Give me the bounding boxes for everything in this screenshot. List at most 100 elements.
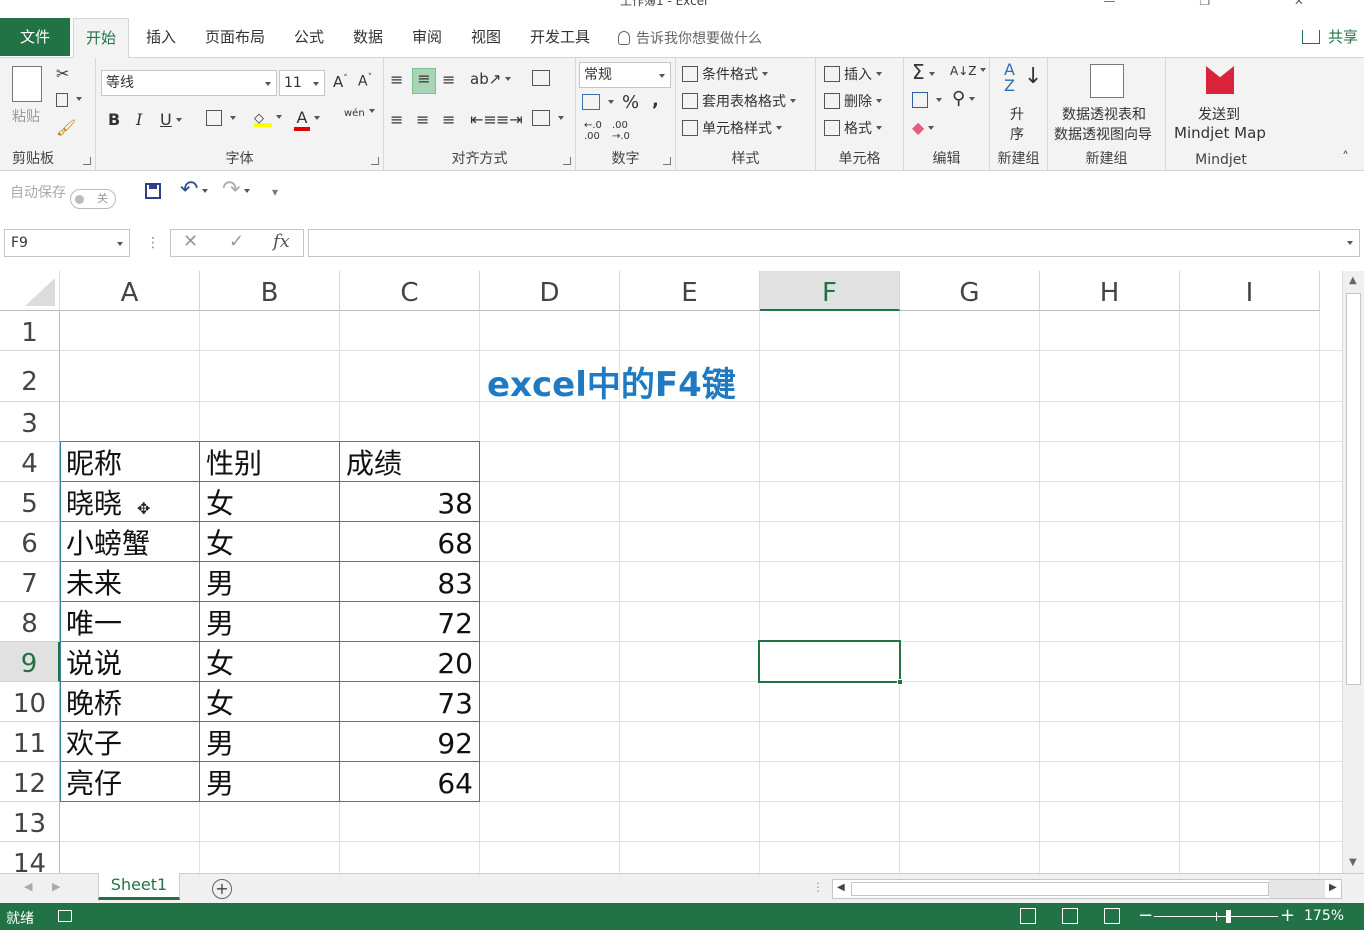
clipboard-launcher[interactable] [83,157,91,165]
row-header-3[interactable]: 3 [0,402,60,442]
scroll-right-icon[interactable]: ▶ [1329,882,1337,893]
formula-bar-splitter[interactable]: ⋮ [146,235,160,251]
sheet-prev-icon[interactable]: ◀ [24,880,32,893]
sort-filter-icon[interactable]: A↓Z [950,64,987,78]
table-cell-nickname[interactable]: 唯一 [60,602,200,642]
pivot-wizard-line2[interactable]: 数据透视图向导 [1054,124,1152,144]
number-launcher[interactable] [663,157,671,165]
increase-decimal-icon[interactable]: ←.0.00 [584,120,602,142]
send-to-mindjet-line1[interactable]: 发送到 [1198,104,1240,124]
row-header-5[interactable]: 5 [0,482,60,522]
table-cell-gender[interactable]: 男 [200,722,340,762]
redo-icon[interactable]: ↷ [222,177,251,202]
tab-review[interactable]: 审阅 [400,18,454,56]
phonetic-button[interactable]: wén [344,108,375,119]
font-color-button[interactable]: A [294,108,320,131]
pivot-table-icon[interactable] [1090,64,1124,98]
cell-d2-title[interactable]: excel中的F4键 [487,357,736,406]
window-controls[interactable]: — ❐ ✕ [1104,0,1344,8]
row-header-12[interactable]: 12 [0,762,60,802]
format-cells-button[interactable]: 格式 [824,118,882,138]
zoom-slider-thumb[interactable] [1226,910,1231,923]
decrease-decimal-icon[interactable]: .00 →.0 [612,120,630,142]
table-cell-nickname[interactable]: 说说 [60,642,200,682]
font-name-select[interactable]: 等线 [101,70,277,96]
select-all-button[interactable] [0,271,60,311]
zoom-out-icon[interactable]: − [1138,905,1153,926]
vertical-scroll-thumb[interactable] [1346,293,1361,685]
table-cell-gender[interactable]: 男 [200,762,340,802]
scroll-left-icon[interactable]: ◀ [837,882,845,893]
font-size-select[interactable]: 11 [279,70,325,96]
cut-icon[interactable]: ✂ [56,64,69,83]
table-cell-nickname[interactable]: 未来 [60,562,200,602]
table-cell-nickname[interactable]: 晓晓 [60,482,200,522]
table-cell-score[interactable]: 38 [340,482,480,522]
autosum-button[interactable]: Σ [912,60,935,84]
table-cell-gender[interactable]: 女 [200,642,340,682]
row-header-13[interactable]: 13 [0,802,60,842]
orientation-icon[interactable]: ab↗ [470,70,512,88]
table-cell-gender[interactable]: 女 [200,522,340,562]
row-header-11[interactable]: 11 [0,722,60,762]
undo-icon[interactable]: ↶ [180,177,209,202]
tab-home[interactable]: 开始 [73,18,130,58]
copy-icon[interactable] [56,92,82,108]
insert-function-icon[interactable]: fx [273,231,290,252]
row-header-14[interactable]: 14 [0,842,60,873]
table-header-gender[interactable]: 性别 [200,442,340,482]
tab-page-layout[interactable]: 页面布局 [193,18,277,56]
percent-icon[interactable]: % [622,92,639,113]
column-header-h[interactable]: H [1040,271,1180,311]
fill-handle[interactable] [897,679,903,685]
tab-view[interactable]: 视图 [459,18,513,56]
table-cell-gender[interactable]: 女 [200,682,340,722]
delete-cells-button[interactable]: 删除 [824,91,882,111]
number-format-select[interactable]: 常规 [579,62,671,88]
page-break-view-icon[interactable] [1104,908,1120,924]
horizontal-scrollbar[interactable]: ◀ ▶ [832,879,1342,899]
sort-ascending-label-1[interactable]: 升 [1010,104,1024,124]
table-cell-nickname[interactable]: 晚桥 [60,682,200,722]
save-icon[interactable] [145,183,161,199]
zoom-level[interactable]: 175% [1304,908,1344,924]
column-header-e[interactable]: E [620,271,760,311]
mindjet-icon[interactable] [1206,66,1234,94]
row-header-8[interactable]: 8 [0,602,60,642]
format-as-table-button[interactable]: 套用表格格式 [682,91,796,111]
grow-font-icon[interactable]: A˄ [333,73,348,91]
zoom-in-icon[interactable]: + [1280,905,1295,926]
horizontal-scroll-track[interactable] [1269,880,1325,898]
column-header-b[interactable]: B [200,271,340,311]
row-header-10[interactable]: 10 [0,682,60,722]
row-header-7[interactable]: 7 [0,562,60,602]
paste-icon[interactable] [12,66,42,102]
table-cell-gender[interactable]: 男 [200,602,340,642]
sort-ascending-label-2[interactable]: 序 [1010,124,1024,144]
column-header-g[interactable]: G [900,271,1040,311]
page-layout-view-icon[interactable] [1062,908,1078,924]
align-center-icon[interactable]: ≡ [416,110,429,129]
clear-icon[interactable]: ◆ [912,118,935,137]
underline-button[interactable]: U [160,110,182,129]
font-launcher[interactable] [371,157,379,165]
table-cell-score[interactable]: 73 [340,682,480,722]
cell-styles-button[interactable]: 单元格样式 [682,118,782,138]
accounting-format-icon[interactable] [582,94,614,111]
column-header-i[interactable]: I [1180,271,1320,311]
borders-button[interactable] [206,110,236,127]
column-header-c[interactable]: C [340,271,480,311]
autosave-toggle[interactable]: 自动保存关 [10,182,116,209]
table-cell-score[interactable]: 83 [340,562,480,602]
worksheet-grid[interactable]: A B C D E F G H I 1 2 3 4 5 6 7 8 9 10 1… [0,271,1342,873]
table-cell-nickname[interactable]: 小螃蟹 [60,522,200,562]
scroll-down-icon[interactable]: ▼ [1349,857,1357,868]
sheet-tab-sheet1[interactable]: Sheet1 [98,873,180,900]
sort-ascending-icon[interactable]: AZ [1004,62,1015,94]
table-cell-score[interactable]: 72 [340,602,480,642]
conditional-formatting-button[interactable]: 条件格式 [682,64,768,84]
fill-color-button[interactable]: ◇ [254,110,282,127]
bold-button[interactable]: B [108,110,120,129]
row-header-6[interactable]: 6 [0,522,60,562]
paste-button[interactable]: 粘贴 [12,106,40,126]
